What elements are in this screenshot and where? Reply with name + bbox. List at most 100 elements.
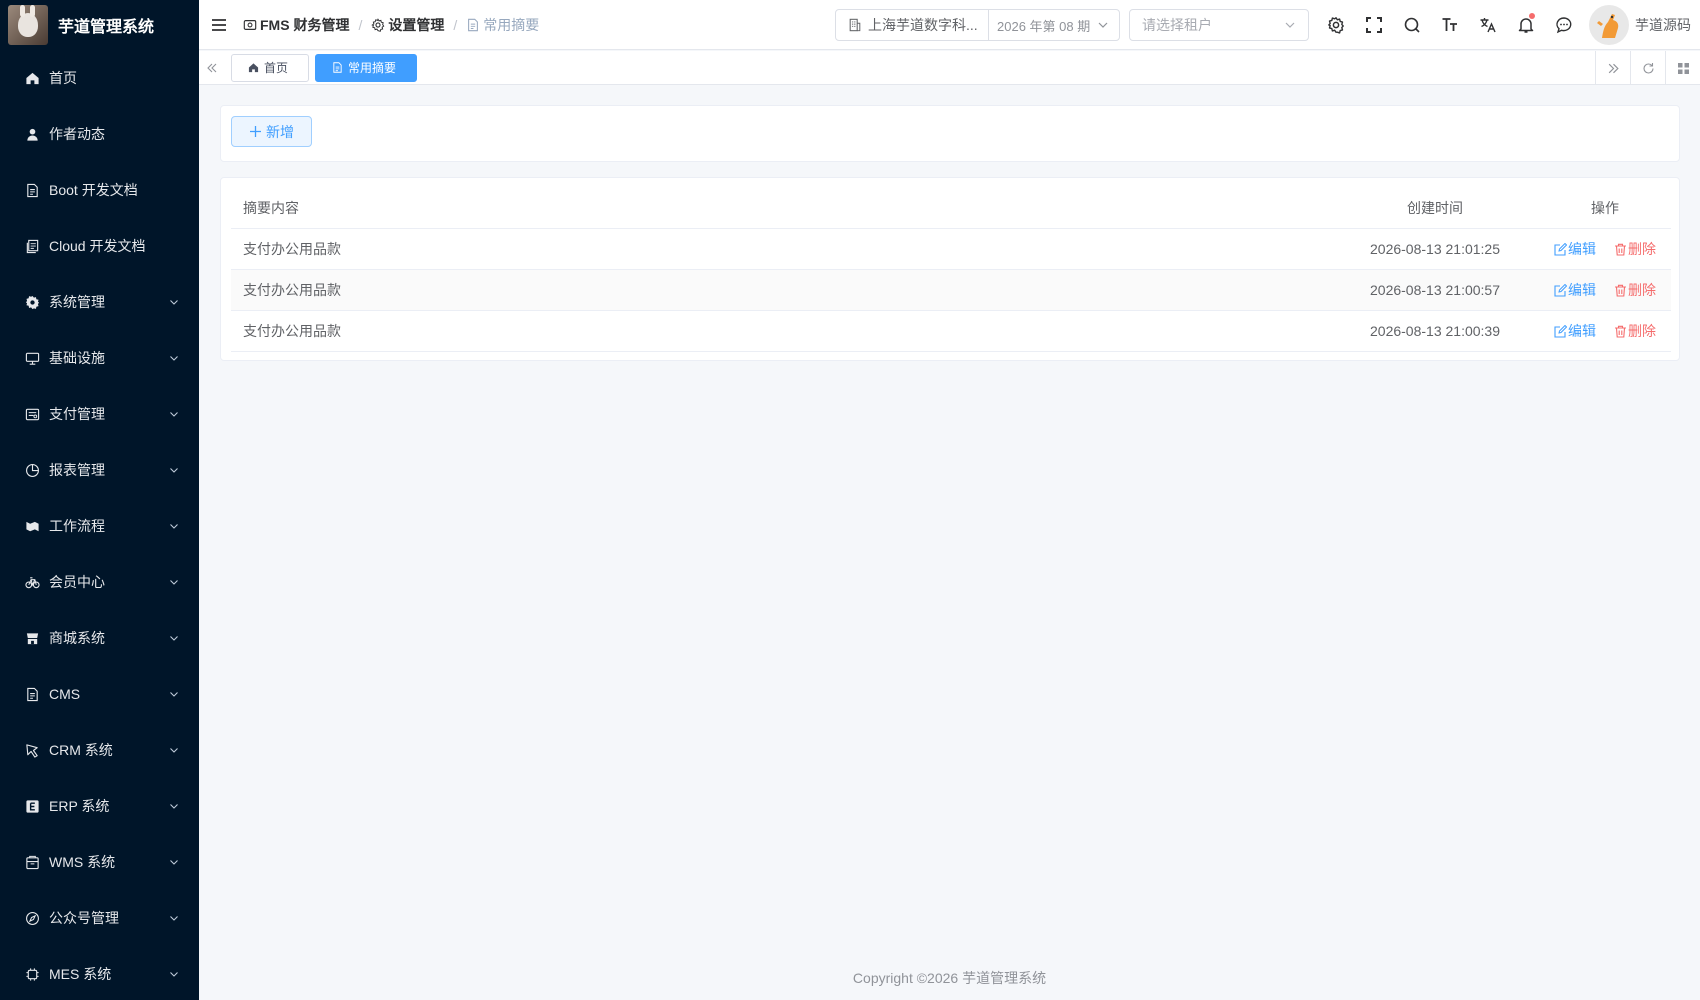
summary-table: 摘要内容 创建时间 操作 支付办公用品款 2026-08-13 21:01:25… [231, 188, 1671, 352]
top-navbar: FMS 财务管理 / 设置管理 / 常用摘要 上海芋道数字科... 2026 年… [199, 0, 1700, 50]
sidebar-item-13[interactable]: ERP 系统 [0, 778, 199, 834]
chevron-down-icon [169, 910, 179, 926]
home-icon [248, 63, 259, 73]
scroll-left-icon[interactable] [199, 51, 225, 85]
scroll-right-icon[interactable] [1595, 51, 1630, 85]
period-select[interactable]: 2026 年第 08 期 [989, 16, 1119, 35]
fullscreen-icon[interactable] [1355, 0, 1393, 50]
chevron-down-icon [169, 294, 179, 310]
column-header-created: 创建时间 [1407, 200, 1463, 216]
cell-content: 支付办公用品款 [243, 282, 341, 298]
chevron-down-icon [169, 406, 179, 422]
chevron-down-icon [169, 686, 179, 702]
search-icon[interactable] [1393, 0, 1431, 50]
delete-label: 删除 [1628, 323, 1656, 339]
sidebar-item-6[interactable]: 支付管理 [0, 386, 199, 442]
delete-button[interactable]: 删除 [1614, 321, 1656, 341]
tag-label: 首页 [264, 61, 289, 75]
chevron-down-icon [169, 630, 179, 646]
sidebar-item-1[interactable]: 作者动态 [0, 106, 199, 162]
table-card: 摘要内容 创建时间 操作 支付办公用品款 2026-08-13 21:01:25… [220, 177, 1680, 361]
cell-created: 2026-08-13 21:00:57 [1370, 282, 1500, 298]
document-icon [333, 62, 342, 73]
sidebar-item-3[interactable]: Cloud 开发文档 [0, 218, 199, 274]
document-icon [24, 182, 40, 198]
logo-icon [8, 5, 48, 45]
font-size-icon[interactable] [1431, 0, 1469, 50]
header-actions: 上海芋道数字科... 2026 年第 08 期 请选择租户 芋道源码 [835, 0, 1700, 50]
table-row: 支付办公用品款 2026-08-13 21:00:39 编辑 删除 [231, 311, 1671, 352]
sidebar-item-12[interactable]: CRM 系统 [0, 722, 199, 778]
breadcrumb: FMS 财务管理 / 设置管理 / 常用摘要 [243, 15, 539, 35]
company-name: 上海芋道数字科... [868, 17, 978, 33]
delete-button[interactable]: 删除 [1614, 280, 1656, 300]
sidebar-item-label: 系统管理 [49, 294, 105, 310]
edit-button[interactable]: 编辑 [1554, 321, 1596, 341]
sidebar-item-label: 作者动态 [49, 126, 105, 142]
sidebar-item-14[interactable]: WMS 系统 [0, 834, 199, 890]
user-icon [24, 126, 40, 142]
sidebar-item-label: Cloud 开发文档 [49, 238, 146, 254]
gear-icon [371, 17, 385, 32]
breadcrumb-label: FMS 财务管理 [260, 16, 350, 33]
breadcrumb-item-fms[interactable]: FMS 财务管理 [243, 15, 349, 35]
tag-common-summary[interactable]: 常用摘要 [315, 53, 418, 82]
company-select[interactable]: 上海芋道数字科... [836, 10, 989, 40]
app-title: 芋道管理系统 [58, 19, 155, 36]
breadcrumb-separator: / [453, 16, 458, 33]
message-icon[interactable] [1545, 0, 1583, 50]
trash-icon [1615, 325, 1626, 338]
building-icon [849, 18, 861, 32]
notification-badge [1529, 13, 1535, 19]
sidebar-item-9[interactable]: 会员中心 [0, 554, 199, 610]
edit-button[interactable]: 编辑 [1554, 239, 1596, 259]
hamburger-icon[interactable] [199, 0, 239, 50]
plus-icon [250, 126, 261, 137]
edit-label: 编辑 [1568, 282, 1596, 298]
tag-home[interactable]: 首页 [231, 53, 310, 82]
erp-icon [24, 798, 40, 814]
sidebar-item-label: 基础设施 [49, 350, 105, 366]
sidebar-item-16[interactable]: MES 系统 [0, 946, 199, 1000]
sidebar-item-8[interactable]: 工作流程 [0, 498, 199, 554]
cell-created: 2026-08-13 21:01:25 [1370, 241, 1500, 257]
warehouse-icon [24, 854, 40, 870]
edit-button[interactable]: 编辑 [1554, 280, 1596, 300]
add-button-label: 新增 [266, 123, 294, 140]
sidebar-item-7[interactable]: 报表管理 [0, 442, 199, 498]
breadcrumb-item-settings[interactable]: 设置管理 [371, 15, 444, 35]
chevron-down-icon [169, 462, 179, 478]
user-menu[interactable]: 芋道源码 [1589, 5, 1691, 45]
refresh-icon[interactable] [1630, 51, 1665, 85]
tag-label: 常用摘要 [348, 61, 397, 75]
sidebar-item-15[interactable]: 公众号管理 [0, 890, 199, 946]
company-period-select: 上海芋道数字科... 2026 年第 08 期 [835, 9, 1120, 41]
translate-icon[interactable] [1469, 0, 1507, 50]
user-name: 芋道源码 [1635, 17, 1691, 33]
chevron-down-icon [169, 574, 179, 590]
sidebar-logo[interactable]: 芋道管理系统 [0, 0, 199, 50]
edit-icon [1554, 283, 1567, 297]
cell-actions: 编辑 删除 [1539, 280, 1671, 300]
notification-bell-icon[interactable] [1507, 0, 1545, 50]
finance-icon [243, 19, 257, 30]
add-button[interactable]: 新增 [231, 116, 312, 147]
sidebar-item-5[interactable]: 基础设施 [0, 330, 199, 386]
chevron-down-icon [169, 854, 179, 870]
settings-icon[interactable] [1317, 0, 1355, 50]
sidebar-menu: 首页作者动态 Boot 开发文档 Cloud 开发文档 系统管理基础设施支付管理 报表管… [0, 50, 199, 1000]
delete-button[interactable]: 删除 [1614, 239, 1656, 259]
sidebar-item-11[interactable]: CMS [0, 666, 199, 722]
grid-menu-icon[interactable] [1665, 51, 1700, 85]
edit-icon [1554, 324, 1567, 338]
chevron-down-icon [169, 798, 179, 814]
tenant-select[interactable]: 请选择租户 [1129, 9, 1309, 41]
sidebar-item-label: 商城系统 [49, 630, 105, 646]
avatar [1589, 5, 1629, 45]
sidebar-item-10[interactable]: 商城系统 [0, 610, 199, 666]
sidebar-item-2[interactable]: Boot 开发文档 [0, 162, 199, 218]
sidebar-item-4[interactable]: 系统管理 [0, 274, 199, 330]
table-row: 支付办公用品款 2026-08-13 21:00:57 编辑 删除 [231, 270, 1671, 311]
sidebar-item-0[interactable]: 首页 [0, 50, 199, 106]
cell-content: 支付办公用品款 [243, 323, 341, 339]
